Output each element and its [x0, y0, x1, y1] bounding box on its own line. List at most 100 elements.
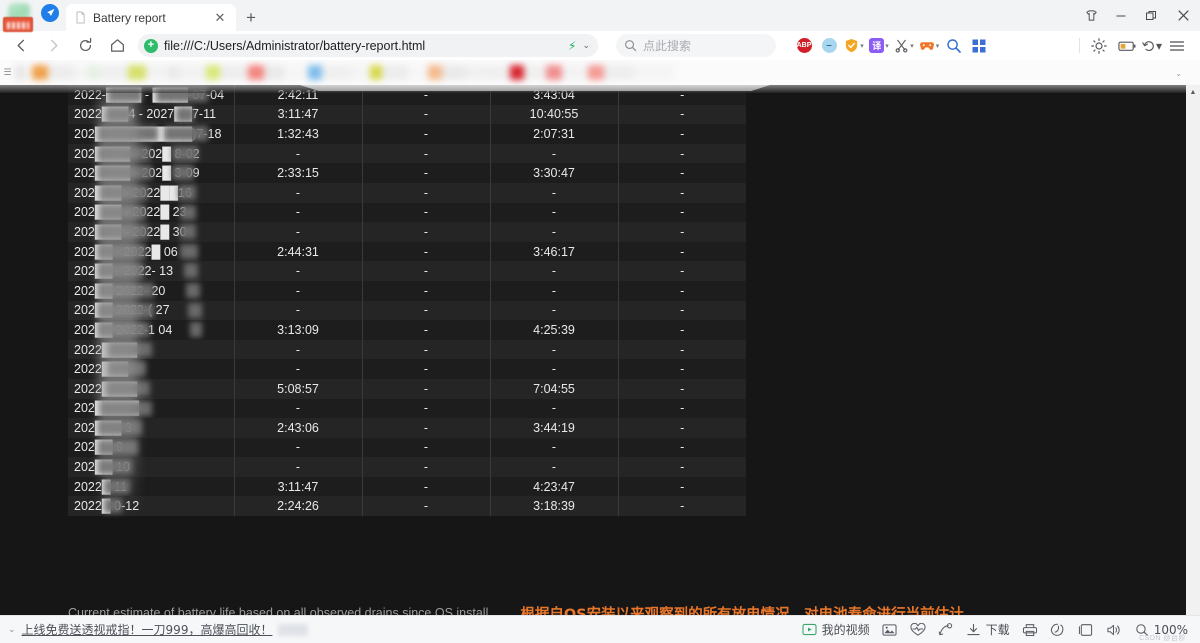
- my-video-button[interactable]: 我的视频: [802, 621, 870, 638]
- bookmark-item[interactable]: [352, 64, 370, 80]
- redaction-block: [180, 204, 196, 220]
- bookmark-item[interactable]: [220, 64, 248, 80]
- chevron-down-icon[interactable]: ▾: [936, 42, 940, 50]
- scroll-up-arrow[interactable]: ▲: [1186, 85, 1200, 99]
- apps-grid-icon[interactable]: [967, 34, 991, 58]
- drain-connected-standby: -: [362, 496, 491, 517]
- bookmark-item[interactable]: [98, 64, 128, 80]
- tab-battery-report[interactable]: Battery report ✕: [66, 4, 236, 31]
- tab-close-icon[interactable]: ✕: [212, 10, 228, 26]
- address-bar[interactable]: + file:///C:/Users/Administrator/battery…: [138, 34, 598, 57]
- redaction-block: [98, 126, 158, 142]
- screenshot-scissors-icon[interactable]: ▾: [892, 34, 916, 58]
- reload-button[interactable]: [70, 33, 100, 59]
- bookmark-item[interactable]: [466, 64, 484, 80]
- minus-circle-icon[interactable]: –: [817, 34, 841, 58]
- back-button[interactable]: [6, 33, 36, 59]
- bookmark-item[interactable]: [206, 64, 220, 80]
- bookmark-item[interactable]: [546, 64, 562, 80]
- magnifier-icon[interactable]: [942, 34, 966, 58]
- bookmarks-bar[interactable]: ☰ ⌄: [0, 60, 1200, 85]
- chevron-down-icon[interactable]: ▾: [885, 42, 889, 50]
- bookmark-item[interactable]: [442, 64, 466, 80]
- bookmark-item[interactable]: [248, 64, 264, 80]
- table-row: 202██ 2022-1 043:13:09-4:25:39-: [68, 320, 746, 340]
- bookmark-item[interactable]: [146, 64, 168, 80]
- bookmark-item[interactable]: [370, 64, 382, 80]
- drain-period: 2022█ 11: [68, 476, 235, 497]
- bookmark-item[interactable]: [180, 64, 206, 80]
- redaction-block: [98, 322, 150, 338]
- adblock-icon[interactable]: ABP: [792, 34, 816, 58]
- chevron-down-icon[interactable]: ⌄: [1175, 69, 1182, 78]
- drain-connected-standby: -: [362, 280, 491, 301]
- bookmark-item[interactable]: [88, 64, 98, 80]
- bookmarks-blurred-items[interactable]: [14, 63, 1142, 81]
- search-input[interactable]: 点此搜索: [616, 34, 776, 57]
- new-tab-button[interactable]: +: [236, 4, 266, 31]
- promo-ad-link[interactable]: 上线免费送透视戒指！一刀999，高爆高回收！: [22, 621, 273, 638]
- gesture-icon[interactable]: [938, 622, 954, 638]
- bookmark-item[interactable]: [634, 64, 674, 80]
- bookmark-item[interactable]: [284, 64, 308, 80]
- skin-button[interactable]: [1076, 0, 1106, 31]
- bookmark-item[interactable]: [308, 64, 322, 80]
- drain-period: 202██ 10: [68, 457, 235, 477]
- bookmark-item[interactable]: [128, 64, 146, 80]
- brightness-icon[interactable]: [1086, 34, 1112, 58]
- bookmark-item[interactable]: [14, 64, 26, 80]
- drain-connected-standby: -: [362, 457, 491, 477]
- heart-pulse-icon[interactable]: [910, 622, 926, 638]
- home-button[interactable]: [102, 33, 132, 59]
- download-button[interactable]: 下载: [966, 621, 1010, 638]
- forward-button[interactable]: [38, 33, 68, 59]
- translate-icon[interactable]: 译 ▾: [867, 34, 891, 58]
- bookmark-item[interactable]: [382, 64, 408, 80]
- speaker-icon[interactable]: [1106, 622, 1122, 638]
- bookmark-item[interactable]: [32, 64, 48, 80]
- chevron-down-icon[interactable]: ▾: [910, 42, 914, 50]
- drain-connected-standby: -: [362, 222, 491, 242]
- bookmark-item[interactable]: [524, 64, 546, 80]
- drain-connected-standby: -: [362, 182, 491, 203]
- bookmark-item[interactable]: [264, 64, 284, 80]
- chevron-down-icon[interactable]: ⌄: [582, 40, 590, 51]
- history-undo-icon[interactable]: ▾: [1142, 34, 1162, 58]
- bookmark-item[interactable]: [74, 64, 88, 80]
- drain-connected-standby: -: [362, 300, 491, 321]
- chevron-down-icon[interactable]: ⌄: [8, 624, 16, 635]
- bookmark-item[interactable]: [588, 64, 604, 80]
- bookmark-item[interactable]: [168, 64, 180, 80]
- game-icon[interactable]: ▾: [917, 34, 941, 58]
- compass-icon[interactable]: [34, 0, 66, 31]
- bookmark-item[interactable]: [48, 64, 74, 80]
- drain-period: 202███ - 2022█ 30: [68, 222, 235, 242]
- bookmark-item[interactable]: [510, 64, 524, 80]
- bookmark-item[interactable]: [604, 64, 634, 80]
- image-icon[interactable]: [882, 622, 898, 638]
- download-icon: [966, 622, 982, 638]
- restore-button[interactable]: [1136, 0, 1166, 31]
- table-row: 2022███4 - 2027██7-11 3:11:47-10:40:55-: [68, 104, 746, 125]
- shield-guard-icon[interactable]: ▾: [842, 34, 866, 58]
- drain-active-full: 7:04:55: [490, 378, 619, 399]
- redaction-block: [172, 145, 198, 161]
- bookmark-item[interactable]: [322, 64, 352, 80]
- drain-period: 2022████: [68, 339, 235, 360]
- page-scrollbar[interactable]: ▲: [1186, 85, 1200, 615]
- menu-icon[interactable]: [1164, 34, 1190, 58]
- close-button[interactable]: [1166, 0, 1200, 31]
- split-window-icon[interactable]: [1078, 622, 1094, 638]
- turbo-bolt-icon[interactable]: ⚡: [568, 39, 576, 53]
- bookmark-item[interactable]: [428, 64, 442, 80]
- bean-icon[interactable]: [1050, 622, 1066, 638]
- drain-period: 2022███: [68, 359, 235, 379]
- bookmark-item[interactable]: [562, 64, 588, 80]
- chevron-down-icon[interactable]: ▾: [860, 42, 864, 50]
- printer-icon[interactable]: [1022, 622, 1038, 638]
- battery-icon[interactable]: [1114, 34, 1140, 58]
- bookmark-item[interactable]: [408, 64, 428, 80]
- chevron-down-icon[interactable]: ▾: [1156, 39, 1162, 53]
- bookmark-item[interactable]: [484, 64, 510, 80]
- minimize-button[interactable]: [1106, 0, 1136, 31]
